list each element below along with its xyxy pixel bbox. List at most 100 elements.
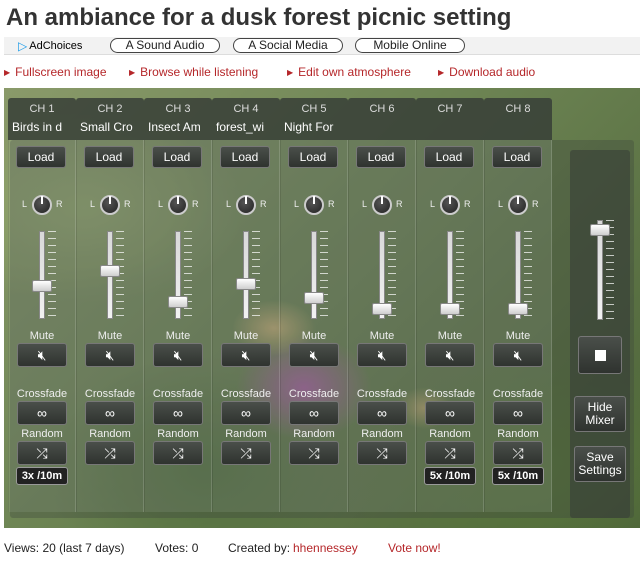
channel-number: CH 7	[437, 103, 463, 115]
volume-fader-handle[interactable]	[508, 303, 528, 316]
random-rate-badge[interactable]: 5x /10m	[492, 467, 544, 485]
random-button[interactable]: ⤮	[493, 441, 543, 465]
channel-strip: CH 8 Load L R Mute 🔇︎ Crossfade ∞ Random ⤮ 5x /10m	[484, 98, 552, 518]
crossfade-button[interactable]: ∞	[493, 401, 543, 425]
balance-knob[interactable]	[372, 195, 392, 215]
mute-label: Mute	[29, 330, 55, 342]
volume-fader-handle[interactable]	[304, 291, 324, 304]
volume-fader-track[interactable]	[243, 231, 249, 319]
random-label: Random	[21, 428, 63, 440]
browse-while-listening-link[interactable]: ▶ Browse while listening	[129, 65, 258, 79]
mute-label: Mute	[165, 330, 191, 342]
mute-button[interactable]: 🔇︎	[493, 343, 543, 367]
hide-mixer-button[interactable]: Hide Mixer	[574, 396, 626, 432]
mute-button[interactable]: 🔇︎	[17, 343, 67, 367]
volume-fader-handle[interactable]	[440, 303, 460, 316]
infinity-icon: ∞	[173, 405, 183, 421]
crossfade-label: Crossfade	[220, 388, 272, 400]
infinity-icon: ∞	[241, 405, 251, 421]
mute-button[interactable]: 🔇︎	[85, 343, 135, 367]
random-button[interactable]: ⤮	[221, 441, 271, 465]
volume-fader-handle[interactable]	[32, 280, 52, 293]
crossfade-button[interactable]: ∞	[153, 401, 203, 425]
crossfade-button[interactable]: ∞	[17, 401, 67, 425]
channel-sound-name[interactable]: Small Cro	[80, 120, 142, 134]
load-button[interactable]: Load	[288, 146, 338, 168]
mute-button[interactable]: 🔇︎	[425, 343, 475, 367]
load-button[interactable]: Load	[220, 146, 270, 168]
channel-sound-name[interactable]: Insect Am	[148, 120, 210, 134]
crossfade-label: Crossfade	[288, 388, 340, 400]
load-button[interactable]: Load	[152, 146, 202, 168]
random-button[interactable]: ⤮	[17, 441, 67, 465]
load-button[interactable]: Load	[492, 146, 542, 168]
balance-knob[interactable]	[440, 195, 460, 215]
creator-link[interactable]: hhennessey	[293, 541, 358, 555]
mute-button[interactable]: 🔇︎	[357, 343, 407, 367]
channel-sound-name[interactable]: Birds in d	[12, 120, 74, 134]
random-button[interactable]: ⤮	[153, 441, 203, 465]
volume-fader-track[interactable]	[311, 231, 317, 319]
fullscreen-image-label: Fullscreen image	[15, 65, 107, 79]
speaker-mute-icon: 🔇︎	[309, 347, 319, 363]
balance-knob[interactable]	[32, 195, 52, 215]
balance-left-label: L	[90, 199, 96, 209]
crossfade-button[interactable]: ∞	[357, 401, 407, 425]
random-button[interactable]: ⤮	[85, 441, 135, 465]
infinity-icon: ∞	[377, 405, 387, 421]
master-volume-handle[interactable]	[590, 224, 610, 237]
save-settings-button[interactable]: Save Settings	[574, 446, 626, 482]
volume-fader-handle[interactable]	[168, 295, 188, 308]
mute-button[interactable]: 🔇︎	[221, 343, 271, 367]
load-button[interactable]: Load	[424, 146, 474, 168]
crossfade-button[interactable]: ∞	[85, 401, 135, 425]
vote-now-link[interactable]: Vote now!	[388, 541, 441, 555]
random-rate-badge[interactable]: 3x /10m	[16, 467, 68, 485]
balance-knob[interactable]	[168, 195, 188, 215]
arrow-right-icon: ▶	[438, 68, 445, 77]
load-button[interactable]: Load	[84, 146, 134, 168]
ad-link-sound-audio[interactable]: A Sound Audio	[110, 38, 220, 53]
channel-header: CH 8	[484, 98, 552, 140]
random-button[interactable]: ⤮	[357, 441, 407, 465]
ad-choices-link[interactable]: ▷ AdChoices	[18, 39, 82, 53]
fullscreen-image-link[interactable]: ▶ Fullscreen image	[4, 65, 107, 79]
crossfade-button[interactable]: ∞	[221, 401, 271, 425]
volume-fader-scale	[320, 231, 328, 319]
mute-label: Mute	[505, 330, 531, 342]
load-button[interactable]: Load	[356, 146, 406, 168]
volume-fader-handle[interactable]	[100, 265, 120, 278]
random-button[interactable]: ⤮	[289, 441, 339, 465]
random-label: Random	[225, 428, 267, 440]
crossfade-button[interactable]: ∞	[289, 401, 339, 425]
mute-label: Mute	[233, 330, 259, 342]
download-audio-link[interactable]: ▶ Download audio	[438, 65, 535, 79]
volume-fader-handle[interactable]	[372, 303, 392, 316]
random-button[interactable]: ⤮	[425, 441, 475, 465]
channel-header: CH 3 Insect Am	[144, 98, 212, 140]
volume-fader-track[interactable]	[39, 231, 45, 319]
balance-right-label: R	[464, 199, 471, 209]
balance-knob[interactable]	[304, 195, 324, 215]
channel-number: CH 1	[29, 103, 55, 115]
balance-knob[interactable]	[236, 195, 256, 215]
load-button[interactable]: Load	[16, 146, 66, 168]
mute-button[interactable]: 🔇︎	[289, 343, 339, 367]
ad-link-mobile-online[interactable]: Mobile Online	[355, 38, 465, 53]
ad-link-social-media[interactable]: A Social Media	[233, 38, 343, 53]
random-label: Random	[429, 428, 471, 440]
balance-left-label: L	[158, 199, 164, 209]
volume-fader-handle[interactable]	[236, 278, 256, 291]
edit-own-atmosphere-link[interactable]: ▶ Edit own atmosphere	[287, 65, 411, 79]
random-rate-badge[interactable]: 5x /10m	[424, 467, 476, 485]
speaker-mute-icon: 🔇︎	[241, 347, 251, 363]
channel-sound-name[interactable]: forest_wi	[216, 120, 278, 134]
crossfade-button[interactable]: ∞	[425, 401, 475, 425]
channel-number: CH 5	[301, 103, 327, 115]
stop-button[interactable]	[578, 336, 622, 374]
channel-sound-name[interactable]: Night For	[284, 120, 346, 134]
balance-knob[interactable]	[508, 195, 528, 215]
balance-knob[interactable]	[100, 195, 120, 215]
mute-label: Mute	[369, 330, 395, 342]
mute-button[interactable]: 🔇︎	[153, 343, 203, 367]
